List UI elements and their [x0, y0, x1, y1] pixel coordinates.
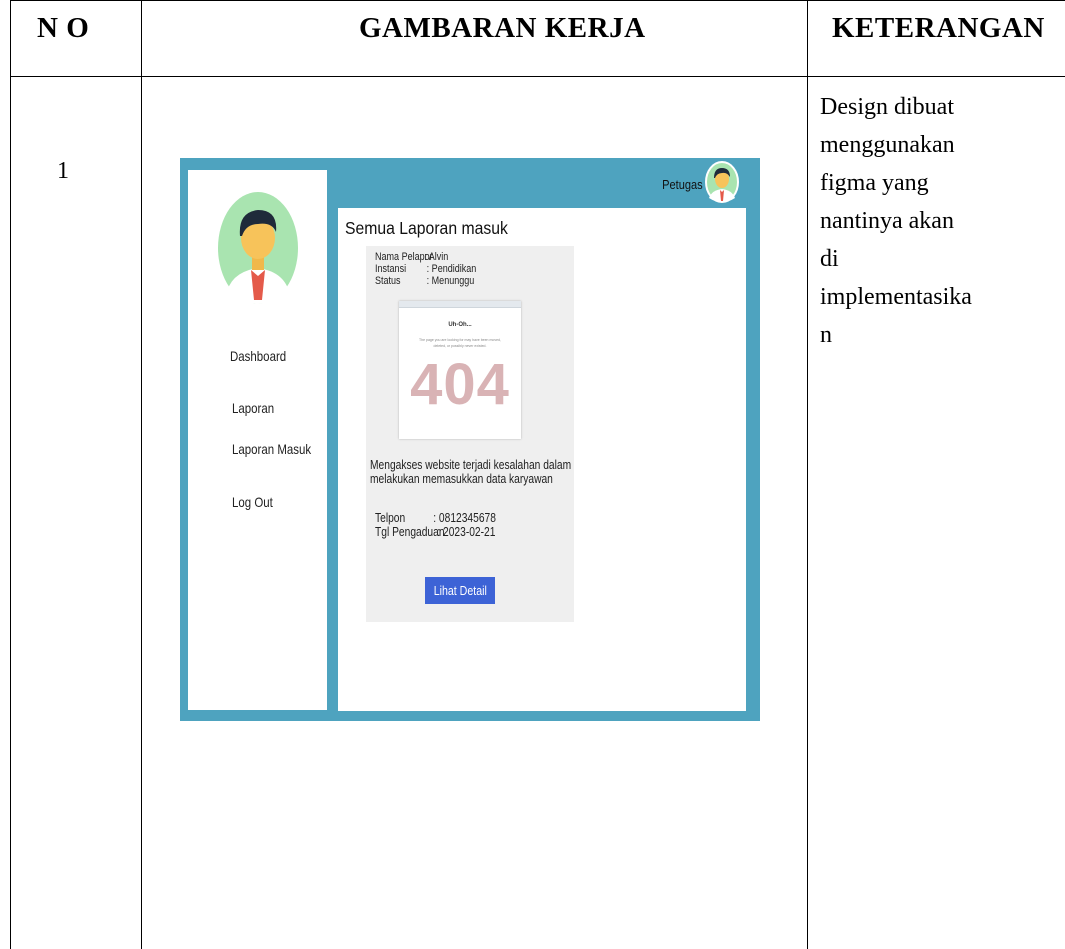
date-value: : 2023-02-21 [437, 525, 496, 539]
table-border-left [10, 0, 11, 949]
report-description-line1: Mengakses website terjadi kesalahan dala… [370, 458, 572, 472]
date-row: Tgl Pengaduan: 2023-02-21 [375, 525, 495, 539]
browser-bar [399, 301, 521, 308]
app-mockup: Dashboard Laporan Laporan Masuk Log Out … [180, 158, 760, 721]
header-keterangan: KETERANGAN [832, 12, 1045, 44]
header-no: N O [37, 12, 90, 44]
sidebar-item-logout[interactable]: Log Out [232, 494, 273, 510]
error-screenshot: Uh-Oh... The page you are looking for ma… [399, 301, 521, 439]
user-role-label: Petugas [662, 177, 703, 192]
error-heading: Uh-Oh... [448, 322, 472, 328]
error-message: The page you are looking for may have be… [419, 338, 501, 348]
table-divider-2 [807, 0, 808, 949]
phone-label: Telpon [375, 511, 406, 525]
view-detail-button[interactable]: Lihat Detail [425, 577, 495, 604]
page-title: Semua Laporan masuk [345, 218, 508, 238]
sidebar-item-laporan[interactable]: Laporan [232, 400, 274, 416]
phone-row: Telpon : 0812345678 [375, 511, 496, 525]
sidebar-item-laporan-masuk[interactable]: Laporan Masuk [232, 441, 311, 457]
institution-value: : Pendidikan [426, 263, 477, 275]
header-gambaran-kerja: GAMBARAN KERJA [359, 12, 646, 44]
sidebar: Dashboard Laporan Laporan Masuk Log Out [188, 170, 327, 710]
row-number: 1 [57, 158, 69, 184]
report-description-line2: melakukan memasukkan data karyawan [370, 472, 553, 486]
main-content: Semua Laporan masuk Nama Pelapor: Alvin … [338, 208, 746, 711]
date-label: Tgl Pengaduan [375, 525, 445, 539]
error-code: 404 [410, 352, 510, 417]
reporter-value: : Alvin [424, 251, 449, 263]
view-detail-label: Lihat Detail [433, 583, 487, 598]
table-header-divider [10, 76, 1065, 77]
institution-label: Instansi [375, 263, 407, 275]
institution-row: Instansi : Pendidikan [375, 263, 476, 275]
profile-avatar-icon [218, 192, 298, 304]
user-avatar-icon[interactable] [704, 160, 740, 204]
table-divider-1 [141, 0, 142, 949]
table-border-top [10, 0, 1065, 1]
status-value: : Menunggu [426, 275, 475, 287]
reporter-row: Nama Pelapor: Alvin [375, 251, 448, 263]
sidebar-item-dashboard[interactable]: Dashboard [230, 348, 286, 364]
report-card: Nama Pelapor: Alvin Instansi : Pendidikan… [366, 246, 574, 622]
phone-value: : 0812345678 [433, 511, 496, 525]
row-description: Design dibuat menggunakan figma yang nan… [820, 94, 972, 348]
reporter-label: Nama Pelapor [375, 251, 433, 263]
status-row: Status : Menunggu [375, 275, 474, 287]
status-label: Status [375, 275, 401, 287]
